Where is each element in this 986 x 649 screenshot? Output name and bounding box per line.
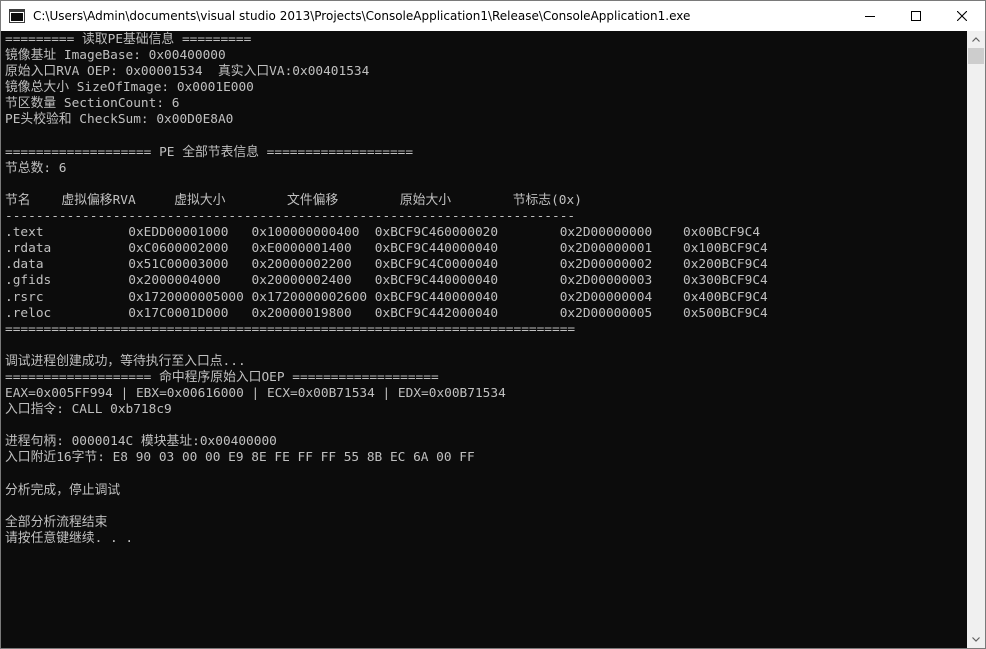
scroll-down-button[interactable]: [967, 631, 985, 648]
console-line: PE头校验和 CheckSum: 0x00D0E8A0: [5, 112, 234, 128]
console-line: 进程句柄: 0000014C 模块基址:0x00400000: [5, 434, 277, 450]
console-line: 镜像总大小 SizeOfImage: 0x0001E000: [5, 80, 254, 96]
maximize-icon: [911, 11, 921, 21]
console-line: .data 0x51C00003000 0x20000002200 0xBCF9…: [5, 257, 768, 273]
close-icon: [957, 11, 967, 21]
console-line: .gfids 0x2000004000 0x20000002400 0xBCF9…: [5, 273, 768, 289]
console-line: ----------------------------------------…: [5, 209, 576, 225]
console-line: .rsrc 0x1720000005000 0x1720000002600 0x…: [5, 289, 768, 305]
arrow-up-icon: [972, 37, 980, 42]
title-bar[interactable]: C:\Users\Admin\documents\visual studio 2…: [1, 1, 985, 31]
console-line: =================== 命中程序原始入口OEP ========…: [5, 369, 439, 385]
console-line: ========= 读取PE基础信息 =========: [5, 32, 252, 47]
console-line: 调试进程创建成功，等待执行至入口点...: [5, 353, 246, 369]
close-button[interactable]: [939, 1, 985, 31]
vertical-scrollbar[interactable]: [967, 31, 985, 648]
console-line: 全部分析流程结束: [5, 514, 108, 530]
console-line: .reloc 0x17C0001D000 0x20000019800 0xBCF…: [5, 305, 768, 321]
console-line: 入口指令: CALL 0xb718c9: [5, 402, 172, 418]
console-output[interactable]: ========= 读取PE基础信息 ========= 镜像基址 ImageB…: [1, 31, 967, 648]
arrow-down-icon: [972, 637, 980, 642]
console-app-icon: [9, 8, 25, 24]
console-line: 入口附近16字节: E8 90 03 00 00 E9 8E FE FF FF …: [5, 450, 475, 466]
console-text: ========= 读取PE基础信息 ========= 镜像基址 ImageB…: [1, 31, 967, 547]
console-line: .text 0xEDD00001000 0x100000000400 0xBCF…: [5, 225, 761, 241]
console-line: 分析完成，停止调试: [5, 482, 121, 498]
console-line: EAX=0x005FF994 | EBX=0x00616000 | ECX=0x…: [5, 386, 506, 402]
scroll-thumb[interactable]: [968, 48, 984, 64]
console-line: 节总数: 6: [5, 160, 67, 176]
console-line: 原始入口RVA OEP: 0x00001534 真实入口VA:0x0040153…: [5, 64, 370, 80]
console-line: 节区数量 SectionCount: 6: [5, 96, 180, 112]
console-window: C:\Users\Admin\documents\visual studio 2…: [0, 0, 986, 649]
window-title: C:\Users\Admin\documents\visual studio 2…: [33, 9, 691, 23]
console-line: 请按任意键继续. . .: [5, 530, 134, 546]
maximize-button[interactable]: [893, 1, 939, 31]
console-line: 节名 虚拟偏移RVA 虚拟大小 文件偏移 原始大小 节标志(0x): [5, 192, 582, 208]
minimize-icon: [865, 16, 875, 17]
console-line: 镜像基址 ImageBase: 0x00400000: [5, 48, 226, 64]
console-line: .rdata 0xC0600002000 0xE0000001400 0xBCF…: [5, 241, 768, 257]
console-line: ========================================…: [5, 321, 576, 337]
console-line: =================== PE 全部节表信息 ==========…: [5, 144, 414, 160]
scroll-up-button[interactable]: [967, 31, 985, 48]
minimize-button[interactable]: [847, 1, 893, 31]
